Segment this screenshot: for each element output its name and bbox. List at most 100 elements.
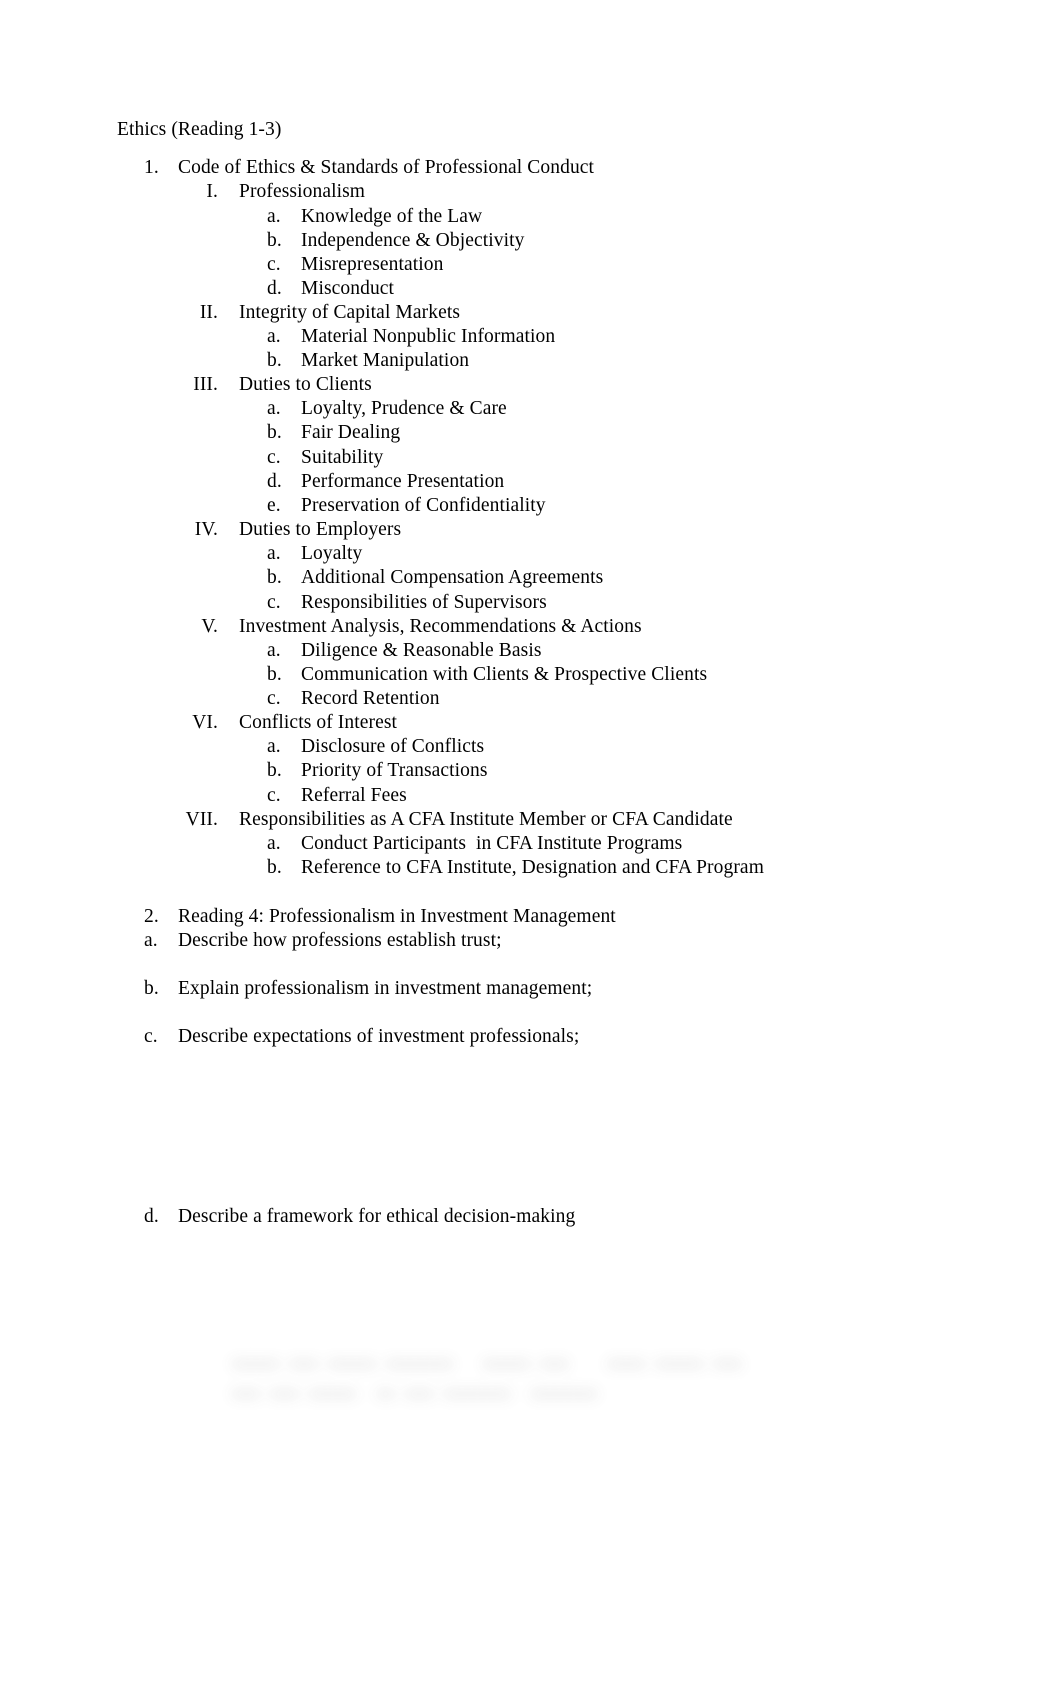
list-marker: b.	[267, 664, 282, 685]
list-item-label: Explain professionalism in investment ma…	[178, 978, 593, 999]
list-item: b. Communication with Clients & Prospecti…	[267, 663, 707, 687]
list-marker: c.	[267, 688, 281, 709]
list-item-section-1: 1. Code of Ethics & Standards of Professi…	[144, 156, 594, 180]
list-marker: c.	[267, 447, 281, 468]
list-marker: a.	[267, 833, 281, 854]
list-marker: c.	[144, 1026, 158, 1047]
list-marker: a.	[267, 543, 281, 564]
list-item-label: Preservation of Confidentiality	[301, 495, 546, 516]
list-item-label: Priority of Transactions	[301, 760, 488, 781]
list-item-label: Market Manipulation	[301, 350, 470, 371]
list-item-label: Suitability	[301, 447, 384, 468]
list-item-label: Fair Dealing	[301, 422, 401, 443]
list-marker: a.	[267, 398, 281, 419]
list-marker: d.	[144, 1206, 159, 1227]
list-item-label: Code of Ethics & Standards of Profession…	[178, 157, 595, 178]
list-marker: e.	[267, 495, 281, 516]
list-item: c. Referral Fees	[267, 784, 407, 808]
list-marker: c.	[267, 254, 281, 275]
list-item-label: Duties to Clients	[239, 374, 372, 395]
list-item-label: Misrepresentation	[301, 254, 444, 275]
list-marker: b.	[267, 857, 282, 878]
list-item: d. Misconduct	[267, 277, 394, 301]
list-item-label: Additional Compensation Agreements	[301, 567, 604, 588]
list-marker: 2.	[144, 906, 159, 927]
list-marker: d.	[267, 471, 282, 492]
list-marker: b.	[267, 567, 282, 588]
list-item-label: Reading 4: Professionalism in Investment…	[178, 906, 616, 927]
list-marker: b.	[144, 978, 159, 999]
list-item: b. Priority of Transactions	[267, 759, 488, 783]
list-item: a. Knowledge of the Law	[267, 205, 482, 229]
list-item-label: Material Nonpublic Information	[301, 326, 556, 347]
list-marker: b.	[267, 422, 282, 443]
list-item-label: Describe a framework for ethical decisio…	[178, 1206, 576, 1227]
list-item: a. Diligence & Reasonable Basis	[267, 639, 542, 663]
list-item-label: Independence & Objectivity	[301, 230, 525, 251]
list-item: a. Disclosure of Conflicts	[267, 735, 484, 759]
list-marker: a.	[267, 736, 281, 757]
list-item-label: Disclosure of Conflicts	[301, 736, 485, 757]
list-marker: b.	[267, 350, 282, 371]
list-marker: a.	[267, 326, 281, 347]
list-item-label: Describe how professions establish trust…	[178, 930, 502, 951]
list-item-label: Describe expectations of investment prof…	[178, 1026, 580, 1047]
list-marker: b.	[267, 230, 282, 251]
list-marker: b.	[267, 760, 282, 781]
list-item-label: Reference to CFA Institute, Designation …	[301, 857, 764, 878]
list-marker: VII.	[185, 809, 218, 830]
list-item: c. Responsibilities of Supervisors	[267, 591, 547, 615]
list-marker: a.	[267, 640, 281, 661]
list-item-roman-2: II. Integrity of Capital Markets	[178, 301, 460, 325]
list-item-label: Duties to Employers	[239, 519, 402, 540]
list-item-roman-4: IV. Duties to Employers	[178, 518, 401, 542]
list-marker: VI.	[192, 712, 218, 733]
list-item: b. Fair Dealing	[267, 421, 400, 445]
list-item-objective-b: b. Explain professionalism in investment …	[144, 977, 592, 1001]
list-item-label: Integrity of Capital Markets	[239, 302, 461, 323]
list-item: c. Suitability	[267, 446, 383, 470]
list-item-label: Misconduct	[301, 278, 395, 299]
list-marker: c.	[267, 785, 281, 806]
list-item-label: Loyalty	[301, 543, 363, 564]
list-item-label: Communication with Clients & Prospective…	[301, 664, 708, 685]
list-item-roman-1: I. Professionalism	[178, 180, 365, 204]
list-item-roman-7: VII. Responsibilities as A CFA Institute …	[178, 808, 733, 832]
list-item: d. Performance Presentation	[267, 470, 504, 494]
list-item-roman-5: V. Investment Analysis, Recommendations &…	[178, 615, 642, 639]
page-title: Ethics (Reading 1-3)	[117, 119, 282, 140]
list-item-label: Responsibilities of Supervisors	[301, 592, 547, 613]
list-item-label: Loyalty, Prudence & Care	[301, 398, 507, 419]
list-item: a. Material Nonpublic Information	[267, 325, 555, 349]
list-item-roman-6: VI. Conflicts of Interest	[178, 711, 397, 735]
list-marker: III.	[193, 374, 218, 395]
list-item: b. Additional Compensation Agreements	[267, 566, 603, 590]
list-item: b. Independence & Objectivity	[267, 229, 525, 253]
list-item-label: Knowledge of the Law	[301, 206, 483, 227]
list-item-section-2: 2. Reading 4: Professionalism in Investme…	[144, 905, 616, 929]
document-page: Ethics (Reading 1-3) 1. Code of Ethics & …	[0, 0, 1062, 1686]
list-marker: IV.	[194, 519, 218, 540]
list-item-objective-a: a. Describe how professions establish tru…	[144, 929, 502, 953]
list-item-label: Record Retention	[301, 688, 440, 709]
list-marker: d.	[267, 278, 282, 299]
list-item: b. Reference to CFA Institute, Designatio…	[267, 856, 764, 880]
list-marker: II.	[199, 302, 218, 323]
list-item-label: Responsibilities as A CFA Institute Memb…	[239, 809, 733, 830]
list-marker: a.	[144, 930, 158, 951]
list-item: a. Conduct Participants in CFA Institute …	[267, 832, 682, 856]
list-item-label: Professionalism	[239, 181, 366, 202]
list-marker: V.	[201, 616, 218, 637]
list-marker: I.	[206, 181, 218, 202]
list-marker: 1.	[144, 157, 159, 178]
list-item-objective-c: c. Describe expectations of investment pr…	[144, 1025, 579, 1049]
list-item: e. Preservation of Confidentiality	[267, 494, 546, 518]
list-item-label: Diligence & Reasonable Basis	[301, 640, 542, 661]
list-item: a. Loyalty	[267, 542, 362, 566]
redacted-footer-text: xxxxx xxx xxxxx xxxxxxx xxxxx xxx xxxx x…	[232, 1353, 743, 1402]
list-marker: c.	[267, 592, 281, 613]
list-item-label: Conduct Participants in CFA Institute Pr…	[301, 833, 683, 854]
list-item-label: Conflicts of Interest	[239, 712, 398, 733]
list-item: b. Market Manipulation	[267, 349, 469, 373]
list-item-label: Investment Analysis, Recommendations & A…	[239, 616, 642, 637]
